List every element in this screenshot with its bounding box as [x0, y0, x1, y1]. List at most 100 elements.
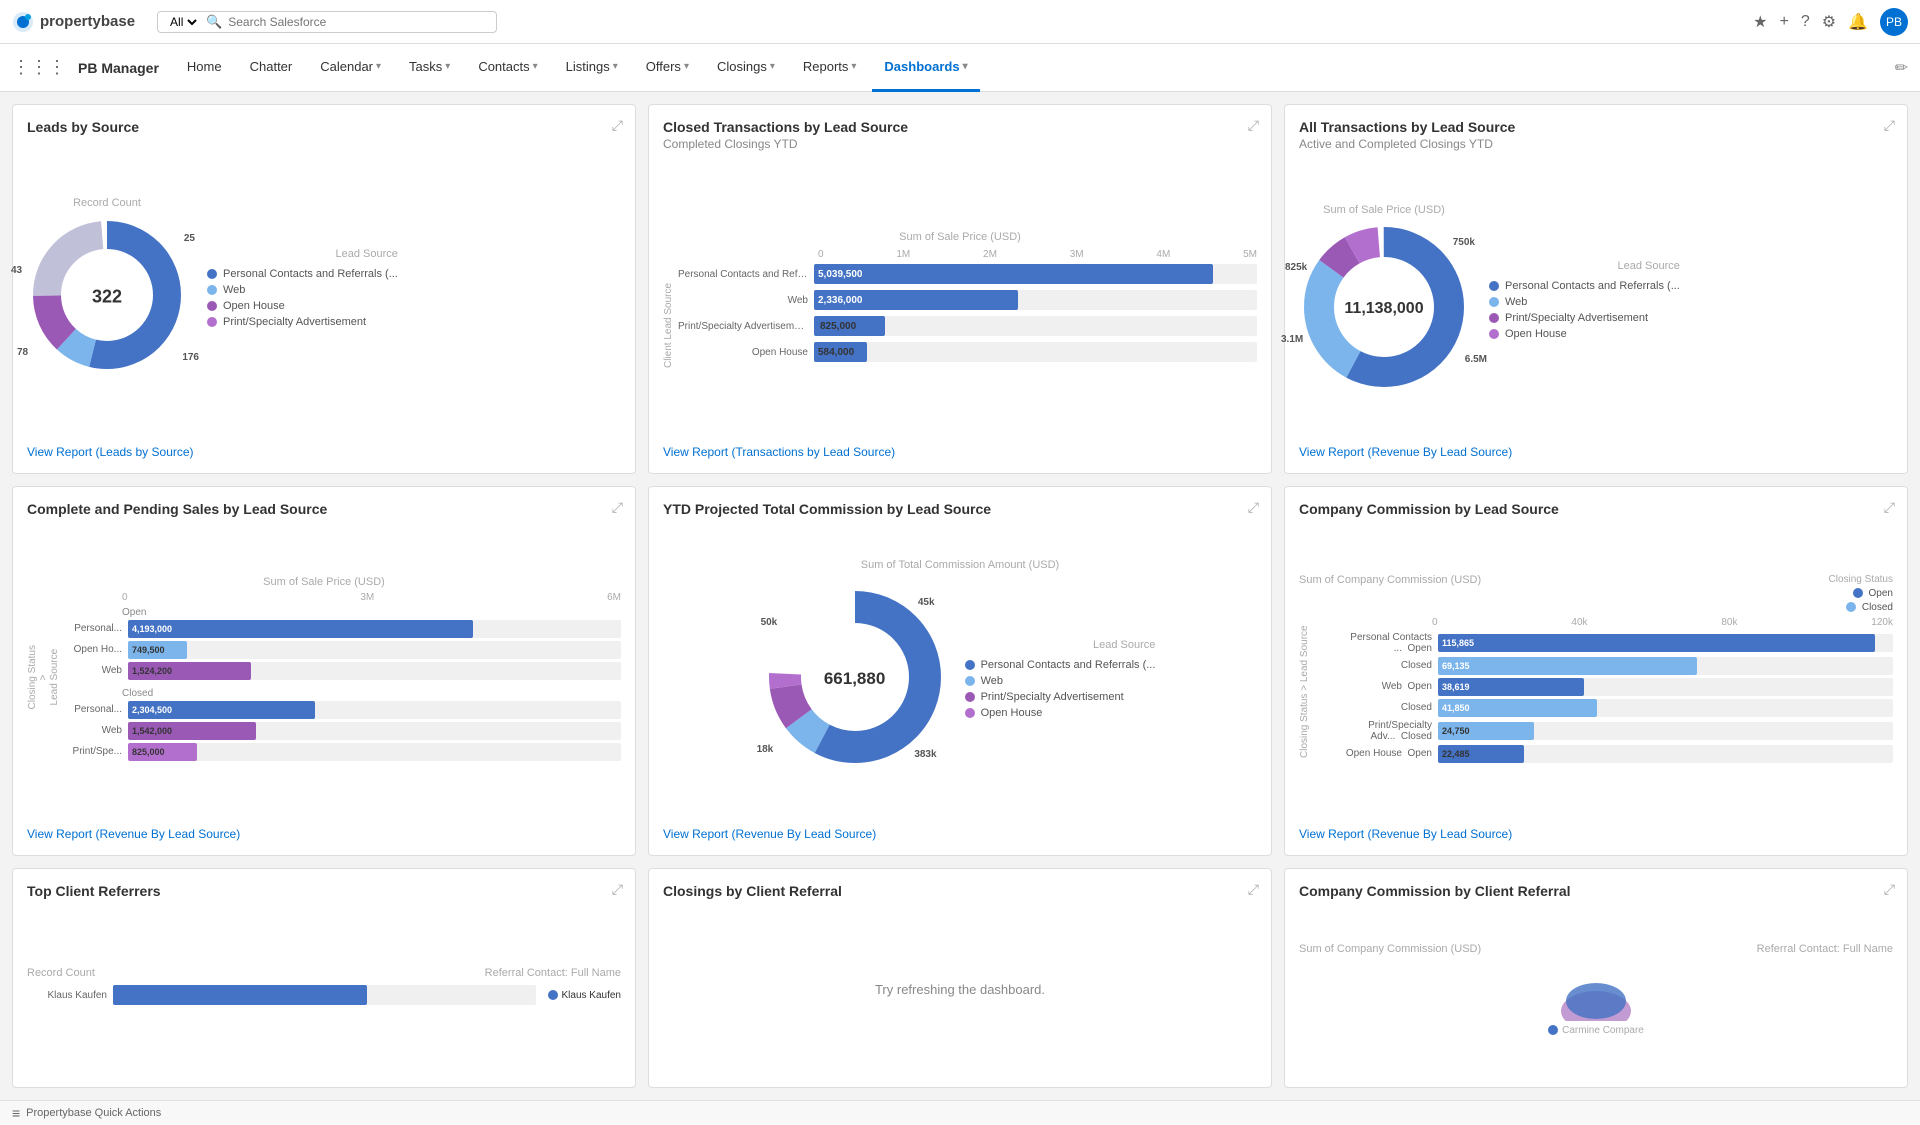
card-commission-referral: Company Commission by Client Referral ⤢ …: [1284, 868, 1908, 1088]
bar-fill: 38,619: [1438, 678, 1584, 696]
bar-fill: 1,542,000: [128, 722, 256, 740]
nav-item-chatter[interactable]: Chatter: [238, 44, 305, 92]
donut-value: 661,880: [824, 669, 885, 689]
card-title: Closed Transactions by Lead Source: [663, 119, 1257, 135]
status-bar: ≡ Propertybase Quick Actions: [0, 1100, 1920, 1125]
notifications-icon[interactable]: 🔔: [1848, 12, 1868, 32]
axis-row: 0 1M 2M 3M 4M 5M: [818, 249, 1257, 260]
chart-area: Sum of Sale Price (USD) Closing Status>L…: [27, 523, 621, 816]
apps-icon[interactable]: ⋮⋮⋮: [12, 57, 66, 78]
refresh-message: Try refreshing the dashboard.: [835, 942, 1085, 1037]
bar-label: Print/Specialty Advertisement: [678, 321, 808, 332]
donut-chart: 661,880 45k 50k 18k 383k: [765, 587, 945, 770]
top-bar: propertybase All 🔍 ★ + ? ⚙ 🔔 PB: [0, 0, 1920, 44]
bar-fill: 2,304,500: [128, 701, 315, 719]
expand-icon[interactable]: ⤢: [612, 499, 623, 516]
search-scope-select[interactable]: All: [166, 14, 200, 30]
expand-icon[interactable]: ⤢: [1248, 499, 1259, 516]
avatar[interactable]: PB: [1880, 8, 1908, 36]
card-leads-by-source: Leads by Source ⤢ Record Count: [12, 104, 636, 474]
view-report-link[interactable]: View Report (Revenue By Lead Source): [27, 827, 240, 841]
bar-value: 584,000: [818, 347, 854, 358]
expand-icon[interactable]: ⤢: [1248, 881, 1259, 898]
bar-fill: 749,500: [128, 641, 187, 659]
bar-label: Personal...: [62, 704, 122, 715]
dashboard-grid: Leads by Source ⤢ Record Count: [0, 92, 1920, 1100]
favorites-icon[interactable]: ★: [1753, 12, 1767, 32]
expand-icon[interactable]: ⤢: [1884, 881, 1895, 898]
search-input[interactable]: [228, 15, 488, 29]
legend-label: Open House: [981, 707, 1043, 719]
donut-chart: 322 25 43 78 176: [27, 215, 187, 378]
search-area[interactable]: All 🔍: [157, 11, 497, 33]
bar-row: Print/Spe... 825,000: [62, 743, 621, 761]
chart-area: Sum of Sale Price (USD) 11,138,000 7: [1299, 165, 1893, 434]
legend-dot: [1853, 588, 1863, 598]
view-report-link[interactable]: View Report (Revenue By Lead Source): [1299, 445, 1512, 459]
bar-label: Open House: [678, 347, 808, 358]
chart-label: Sum of Sale Price (USD): [663, 231, 1257, 243]
bar-label: Closed: [1312, 702, 1432, 713]
nav-item-home[interactable]: Home: [175, 44, 234, 92]
view-report-link[interactable]: View Report (Leads by Source): [27, 445, 194, 459]
chart-label: Sum of Company Commission (USD): [1299, 943, 1481, 955]
bar-chart-container: Closing Status>Lead Source 0 3M 6M Open …: [27, 592, 621, 764]
add-icon[interactable]: +: [1779, 13, 1788, 31]
card-header: Top Client Referrers ⤢: [27, 883, 621, 901]
legend-title: Closing Status: [1829, 574, 1893, 585]
donut-center: 322: [92, 286, 122, 307]
view-report-link[interactable]: View Report (Transactions by Lead Source…: [663, 445, 895, 459]
legend-item: Web: [1489, 296, 1680, 308]
expand-icon[interactable]: ⤢: [612, 117, 623, 134]
view-report-link[interactable]: View Report (Revenue By Lead Source): [1299, 827, 1512, 841]
settings-icon[interactable]: ⚙: [1822, 12, 1836, 32]
donut-value: 322: [92, 286, 122, 307]
chevron-down-icon: ▾: [445, 61, 450, 72]
expand-icon[interactable]: ⤢: [1884, 499, 1895, 516]
bar-row: Web 1,542,000: [62, 722, 621, 740]
nav-item-offers[interactable]: Offers ▾: [634, 44, 701, 92]
legend-dot: [207, 301, 217, 311]
nav-item-dashboards[interactable]: Dashboards ▾: [872, 44, 979, 92]
bar-fill: 1,524,200: [128, 662, 251, 680]
legend-label: Personal Contacts and Referrals (...: [223, 268, 398, 280]
donut-center: 661,880: [824, 669, 885, 689]
bar-row: Web 1,524,200: [62, 662, 621, 680]
help-icon[interactable]: ?: [1801, 13, 1810, 31]
donut-wrapper: 661,880 45k 50k 18k 383k Lead Source Per…: [663, 577, 1257, 780]
card-header: Closings by Client Referral ⤢: [663, 883, 1257, 901]
bar-fill: 115,865: [1438, 634, 1875, 652]
nav-bar: ⋮⋮⋮ PB Manager Home Chatter Calendar ▾ T…: [0, 44, 1920, 92]
legend-dot: [965, 692, 975, 702]
nav-item-listings[interactable]: Listings ▾: [554, 44, 630, 92]
view-report-link[interactable]: View Report (Revenue By Lead Source): [663, 827, 876, 841]
legend-label: Web: [1505, 296, 1527, 308]
bar-value: 749,500: [132, 645, 165, 655]
expand-icon[interactable]: ⤢: [1248, 117, 1259, 134]
bar-fill: 4,193,000: [128, 620, 473, 638]
edit-icon[interactable]: ✏: [1895, 58, 1908, 78]
bar-label: Print/Specialty Adv... Closed: [1312, 720, 1432, 742]
bar-label: Closed: [1312, 660, 1432, 671]
chart-area: Try refreshing the dashboard.: [663, 905, 1257, 1073]
expand-icon[interactable]: ⤢: [612, 881, 623, 898]
nav-item-calendar[interactable]: Calendar ▾: [308, 44, 393, 92]
legend-dot: [1489, 313, 1499, 323]
legend-item: Personal Contacts and Referrals (...: [1489, 280, 1680, 292]
bar-label: Print/Spe...: [62, 746, 122, 757]
bar-chart-container: Closing Status > Lead Source 0 40k 80k 1…: [1299, 617, 1893, 766]
legend-label: Closed: [1862, 602, 1893, 613]
nav-item-reports[interactable]: Reports ▾: [791, 44, 869, 92]
expand-icon[interactable]: ⤢: [1884, 117, 1895, 134]
axis-row: 0 40k 80k 120k: [1432, 617, 1893, 628]
nav-item-tasks[interactable]: Tasks ▾: [397, 44, 462, 92]
bar-value: 2,304,500: [132, 705, 172, 715]
nav-item-closings[interactable]: Closings ▾: [705, 44, 787, 92]
bar-track: 69,135: [1438, 657, 1893, 675]
menu-icon[interactable]: ≡: [12, 1105, 20, 1121]
card-subtitle: Completed Closings YTD: [663, 137, 1257, 151]
legend-item: Personal Contacts and Referrals (...: [965, 659, 1156, 671]
legend-label: Print/Specialty Advertisement: [981, 691, 1124, 703]
logo[interactable]: propertybase: [12, 11, 135, 33]
nav-item-contacts[interactable]: Contacts ▾: [466, 44, 549, 92]
